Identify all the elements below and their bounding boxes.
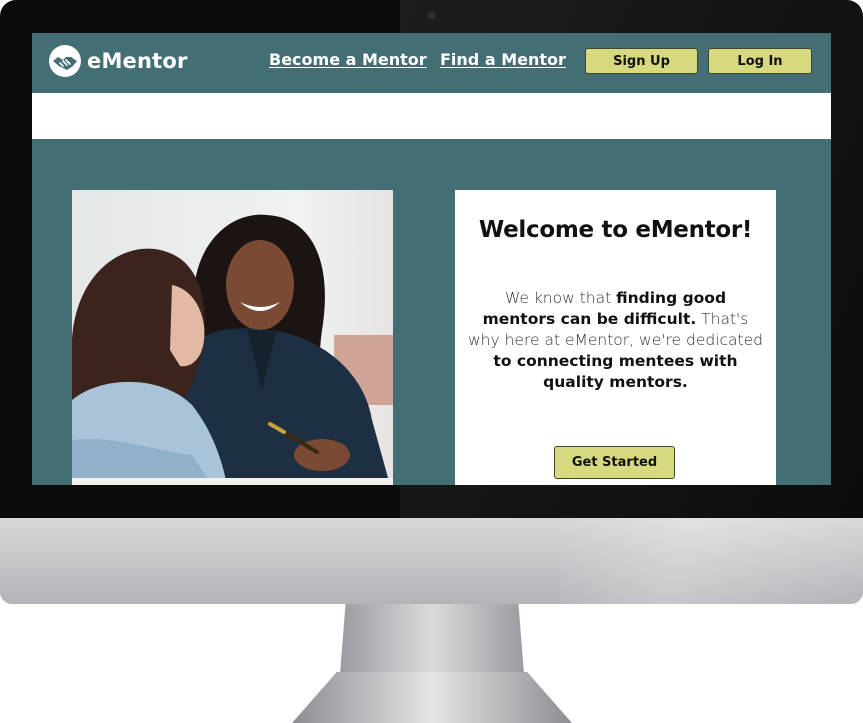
top-nav: eMentor Become a Mentor Find a Mentor Si… [32,33,831,93]
website-screen: eMentor Become a Mentor Find a Mentor Si… [32,33,831,485]
welcome-title: Welcome to eMentor! [478,217,753,243]
sign-up-button[interactable]: Sign Up [585,48,698,74]
mentoring-photo-illustration [72,190,393,485]
banner-strip [32,93,831,139]
nav-link-become-mentor[interactable]: Become a Mentor [269,50,427,69]
chin-reflection [560,518,863,604]
nav-link-find-mentor[interactable]: Find a Mentor [440,50,566,69]
welcome-description: We know that finding good mentors can be… [467,288,764,393]
brand-name: eMentor [87,49,188,73]
log-in-button[interactable]: Log In [708,48,812,74]
description-text-1: We know that [504,289,617,307]
get-started-button[interactable]: Get Started [554,446,675,479]
monitor-stand-neck [340,604,524,674]
description-emphasis-2: to connecting mentees with quality mento… [493,352,738,391]
imac-device: eMentor Become a Mentor Find a Mentor Si… [0,0,863,723]
monitor-chin [0,518,863,604]
hero-photo [72,190,393,485]
welcome-card: Welcome to eMentor! We know that finding… [455,190,776,485]
camera-icon [428,12,435,19]
brand-logo[interactable]: eMentor [48,44,188,78]
handshake-icon [49,45,81,77]
monitor-stand-base [292,672,572,723]
